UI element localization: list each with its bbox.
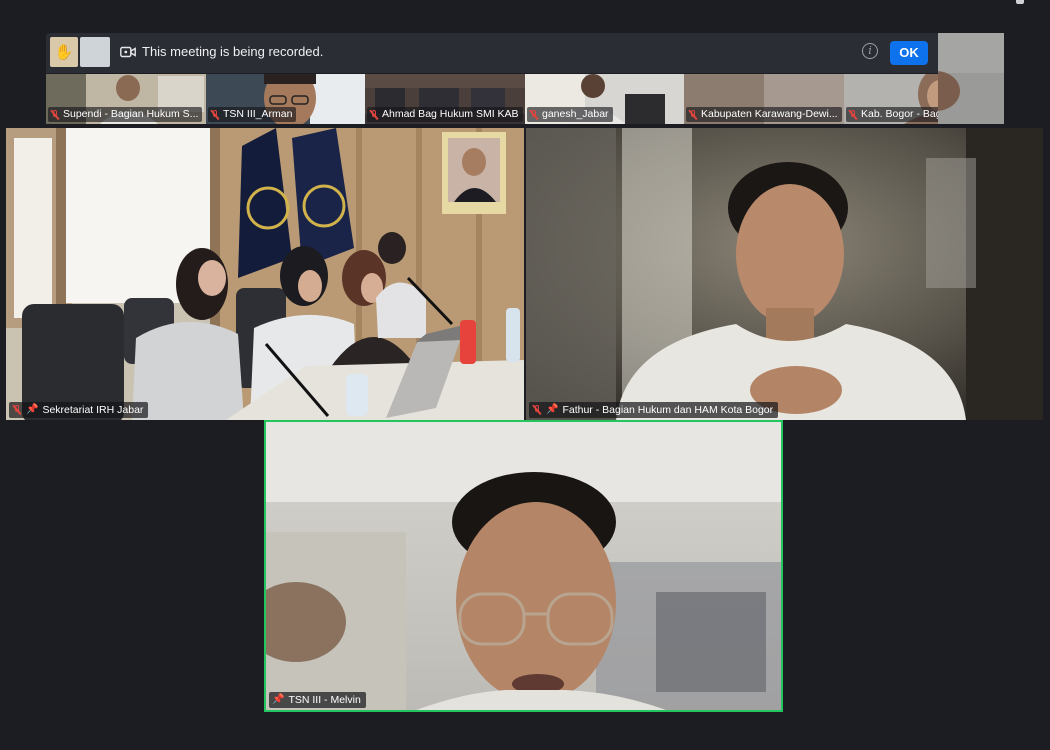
participant-name-label: Kabupaten Karawang-Dewi...	[686, 107, 842, 122]
recording-banner: ✋ This meeting is being recorded. i OK	[46, 33, 938, 73]
participant-thumbnail[interactable]: ganesh_Jabar	[525, 74, 684, 124]
window-corner-indicator	[1016, 0, 1024, 4]
info-icon[interactable]: i	[862, 43, 878, 59]
mic-muted-icon	[848, 109, 858, 120]
video-tile[interactable]: 📌 Sekretariat IRH Jabar	[6, 128, 524, 420]
mic-muted-icon	[12, 405, 22, 415]
participant-name: TSN III - Melvin	[288, 694, 361, 706]
mic-muted-icon	[532, 405, 542, 415]
recording-camera-icon	[120, 46, 136, 58]
participant-name: Kabupaten Karawang-Dewi...	[701, 108, 838, 120]
pin-icon: 📌	[272, 694, 285, 705]
participant-name: Sekretariat IRH Jabar	[42, 404, 144, 416]
video-tile[interactable]: 📌 Fathur - Bagian Hukum dan HAM Kota Bog…	[526, 128, 1043, 420]
participant-name: Supendi - Bagian Hukum S...	[63, 108, 199, 120]
mic-muted-icon	[50, 109, 60, 120]
video-feed	[938, 33, 1004, 124]
participant-name-label: 📌 Fathur - Bagian Hukum dan HAM Kota Bog…	[529, 402, 779, 418]
video-feed	[266, 422, 781, 710]
mic-muted-icon	[369, 109, 379, 120]
participant-name-label: 📌 Sekretariat IRH Jabar	[9, 402, 149, 418]
participant-name-label: Ahmad Bag Hukum SMI KAB	[367, 107, 523, 122]
raised-hand-icon: ✋	[50, 37, 78, 67]
mic-muted-icon	[529, 109, 539, 120]
recording-notice-text: This meeting is being recorded.	[142, 44, 324, 59]
mic-muted-icon	[210, 109, 220, 120]
participant-name-label: TSN III_Arman	[208, 107, 297, 122]
participant-thumbnail-top[interactable]	[938, 33, 1004, 124]
participant-name: Fathur - Bagian Hukum dan HAM Kota Bogor	[562, 404, 774, 416]
participant-name-label: Supendi - Bagian Hukum S...	[48, 107, 203, 122]
video-feed	[526, 128, 1043, 420]
mic-muted-icon	[688, 109, 698, 120]
pin-icon: 📌	[26, 404, 39, 415]
participant-name: ganesh_Jabar	[542, 108, 609, 120]
active-speaker-tile[interactable]: 📌 TSN III - Melvin	[264, 420, 783, 712]
participant-name: Ahmad Bag Hukum SMI KAB	[382, 108, 519, 120]
window-thumbnail	[80, 37, 110, 67]
participant-thumbnail[interactable]: TSN III_Arman	[206, 74, 365, 124]
participant-name-label: 📌 TSN III - Melvin	[269, 692, 366, 708]
pin-icon: 📌	[546, 404, 559, 415]
participant-thumbnail[interactable]: Kabupaten Karawang-Dewi...	[684, 74, 844, 124]
participant-thumbnail[interactable]: Supendi - Bagian Hukum S...	[46, 74, 206, 124]
participant-name: TSN III_Arman	[223, 108, 293, 120]
participant-strip: ✋ This meeting is being recorded. i OK S…	[46, 33, 1004, 124]
participant-name-label: ganesh_Jabar	[527, 107, 613, 122]
participant-thumbnail[interactable]: Ahmad Bag Hukum SMI KAB	[365, 74, 525, 124]
video-feed	[6, 128, 524, 420]
ok-button[interactable]: OK	[890, 41, 928, 65]
